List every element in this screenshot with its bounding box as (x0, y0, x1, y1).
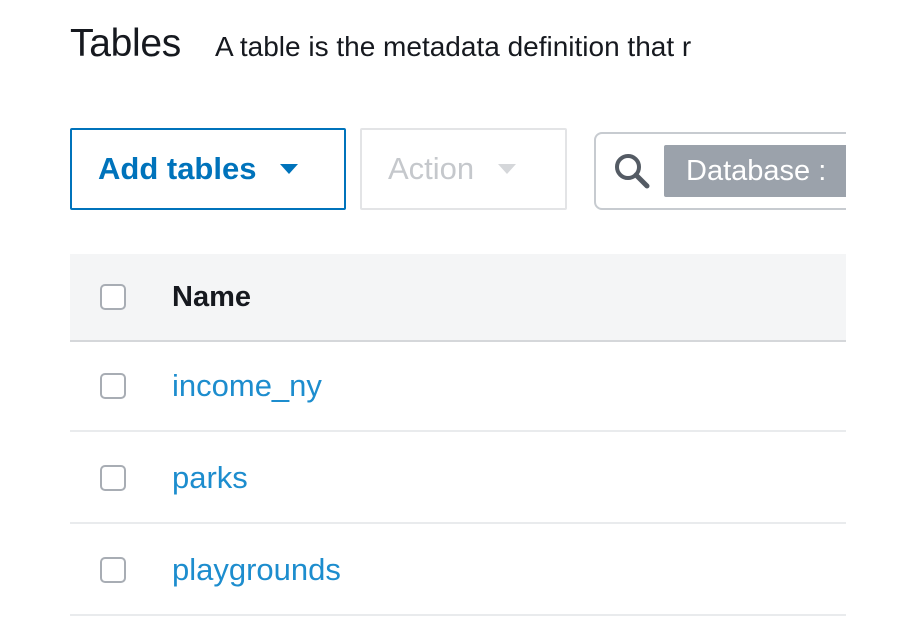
row-checkbox[interactable] (100, 373, 126, 399)
page-header: Tables A table is the metadata definitio… (70, 22, 691, 66)
action-button[interactable]: Action (360, 128, 567, 210)
action-label: Action (388, 151, 475, 186)
table-header-row: Name (70, 254, 846, 342)
caret-down-icon (498, 164, 517, 174)
table-link-playgrounds[interactable]: playgrounds (172, 552, 341, 588)
table-row: parks (70, 434, 846, 524)
page-description: A table is the metadata definition that … (214, 31, 692, 62)
table-row: income_ny (70, 342, 846, 432)
table-link-parks[interactable]: parks (172, 460, 248, 496)
row-checkbox[interactable] (100, 557, 126, 583)
database-filter-token[interactable]: Database : (664, 145, 846, 197)
caret-down-icon (280, 164, 299, 174)
search-filter-input[interactable]: Database : (594, 132, 846, 210)
search-icon (615, 154, 650, 189)
tables-page: Tables A table is the metadata definitio… (0, 0, 846, 640)
page-title: Tables (70, 22, 181, 65)
table-row: playgrounds (70, 526, 846, 616)
table-link-income-ny[interactable]: income_ny (172, 368, 322, 404)
add-tables-label: Add tables (98, 151, 257, 186)
add-tables-button[interactable]: Add tables (70, 128, 346, 210)
row-checkbox[interactable] (100, 465, 126, 491)
column-header-name[interactable]: Name (172, 281, 251, 314)
select-all-checkbox[interactable] (100, 284, 126, 310)
